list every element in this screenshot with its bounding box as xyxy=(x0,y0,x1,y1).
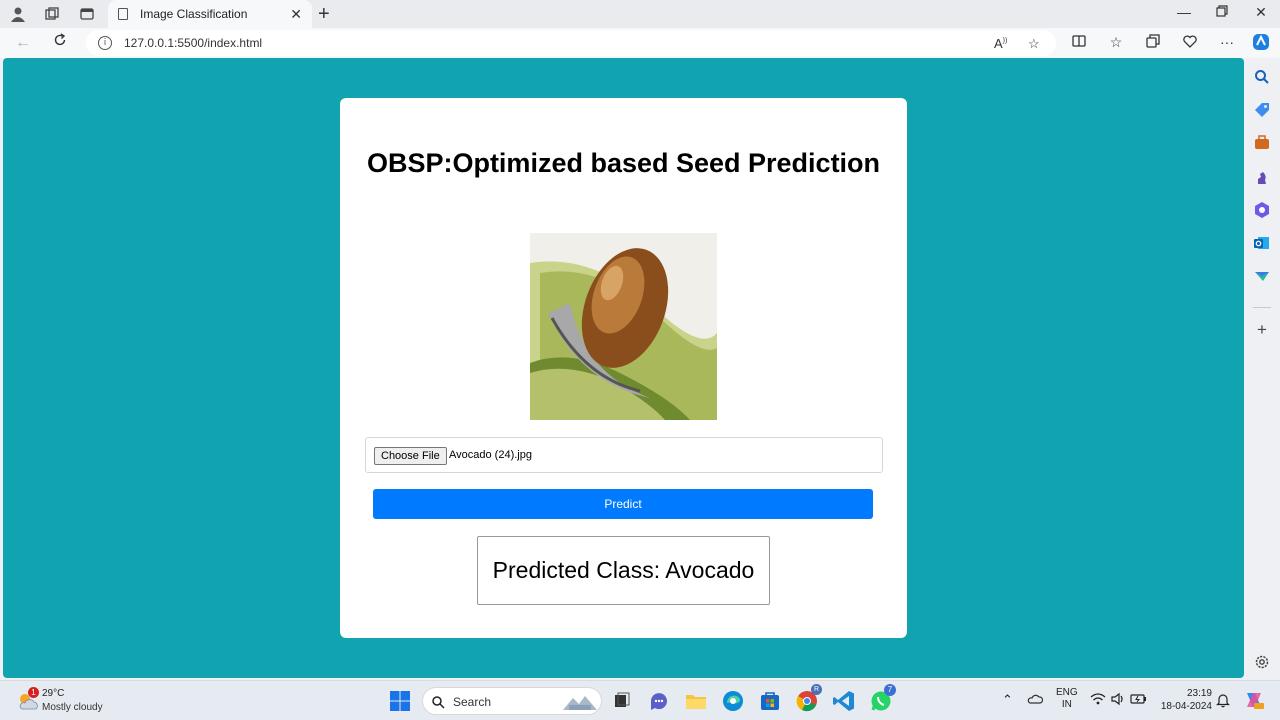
chrome-profile-badge: R xyxy=(811,684,822,695)
chrome-icon[interactable]: R xyxy=(795,684,822,713)
uploaded-seed-image xyxy=(530,233,717,420)
vertical-tabs-icon[interactable] xyxy=(76,4,98,24)
outlook-icon[interactable] xyxy=(1253,234,1271,252)
tab-bar: Image Classification ✕ + — ✕ xyxy=(0,0,1280,28)
page-background: OBSP:Optimized based Seed Prediction Cho… xyxy=(3,58,1244,678)
taskbar-search[interactable]: Search xyxy=(422,687,602,715)
weather-condition: Mostly cloudy xyxy=(42,702,103,713)
notification-bell-icon[interactable] xyxy=(1216,692,1230,711)
file-input-container: Choose File Avocado (24).jpg xyxy=(365,437,883,473)
clock[interactable]: 23:19 18-04-2024 xyxy=(1152,687,1212,713)
close-window-icon[interactable]: ✕ xyxy=(1251,4,1271,21)
read-aloud-icon[interactable]: A)) xyxy=(994,36,1007,51)
page-icon xyxy=(118,8,128,20)
search-label: Search xyxy=(453,695,492,709)
profile-icon[interactable] xyxy=(7,4,29,24)
new-tab-icon[interactable]: + xyxy=(318,3,330,26)
copilot-taskbar-icon[interactable] xyxy=(1243,689,1265,714)
clock-date: 18-04-2024 xyxy=(1160,701,1212,712)
sidebar-divider xyxy=(1253,307,1271,308)
add-sidebar-app-icon[interactable]: + xyxy=(1253,321,1271,339)
show-hidden-icons-chevron-icon[interactable]: ⌃ xyxy=(1002,692,1013,708)
page-title: OBSP:Optimized based Seed Prediction xyxy=(366,148,881,178)
search-icon[interactable] xyxy=(1253,68,1271,86)
url-text[interactable]: 127.0.0.1:5500/index.html xyxy=(124,36,262,50)
onedrive-cloud-icon[interactable] xyxy=(1027,692,1044,709)
favorite-star-icon[interactable]: ☆ xyxy=(1028,36,1040,52)
search-highlight-icon xyxy=(563,696,597,710)
search-icon xyxy=(432,696,445,709)
minimize-icon[interactable]: — xyxy=(1174,4,1194,20)
address-bar[interactable]: i 127.0.0.1:5500/index.html A)) ☆ xyxy=(86,30,1056,56)
edge-sidebar: + xyxy=(1245,58,1280,678)
refresh-icon[interactable] xyxy=(50,33,70,53)
selected-file-name: Avocado (24).jpg xyxy=(449,449,532,461)
close-tab-icon[interactable]: ✕ xyxy=(290,6,302,23)
language-indicator[interactable]: ENG IN xyxy=(1056,687,1078,711)
collections-icon[interactable] xyxy=(1143,34,1163,51)
drop-send-icon[interactable] xyxy=(1253,267,1271,285)
edge-browser-icon[interactable] xyxy=(721,689,745,713)
prediction-card: OBSP:Optimized based Seed Prediction Cho… xyxy=(340,98,907,638)
teams-chat-icon[interactable] xyxy=(647,689,671,713)
weather-widget[interactable]: 1 29°C Mostly cloudy xyxy=(14,685,124,717)
restore-icon[interactable] xyxy=(1212,4,1232,20)
split-screen-icon[interactable] xyxy=(1069,34,1089,51)
predict-button[interactable]: Predict xyxy=(373,489,873,519)
copilot-icon[interactable] xyxy=(1251,32,1271,55)
workspaces-icon[interactable] xyxy=(41,4,63,24)
vscode-icon[interactable] xyxy=(832,689,856,713)
region-code: IN xyxy=(1061,699,1072,710)
battery-icon[interactable] xyxy=(1130,692,1148,709)
games-chess-icon[interactable] xyxy=(1253,168,1271,186)
task-view-icon[interactable] xyxy=(610,689,634,713)
site-info-icon[interactable]: i xyxy=(98,36,112,50)
tools-briefcase-icon[interactable] xyxy=(1253,134,1271,152)
more-options-icon[interactable]: ··· xyxy=(1217,34,1237,50)
clock-time: 23:19 xyxy=(1186,688,1212,699)
choose-file-button[interactable]: Choose File xyxy=(374,447,447,465)
whatsapp-icon[interactable]: 7 xyxy=(869,684,896,713)
weather-alert-badge: 1 xyxy=(28,687,39,698)
back-icon[interactable]: ← xyxy=(13,33,33,53)
favorites-icon[interactable]: ☆ xyxy=(1106,34,1126,51)
tab-image-classification[interactable]: Image Classification ✕ xyxy=(108,0,312,28)
windows-taskbar: 1 29°C Mostly cloudy Search R 7 ⌃ ENG IN… xyxy=(0,680,1280,720)
microsoft-store-icon[interactable] xyxy=(758,689,782,713)
sidebar-settings-icon[interactable] xyxy=(1253,653,1271,671)
start-button[interactable] xyxy=(388,689,412,713)
file-explorer-icon[interactable] xyxy=(684,689,708,713)
wifi-icon[interactable] xyxy=(1090,692,1106,709)
language-code: ENG xyxy=(1056,687,1078,698)
whatsapp-unread-badge: 7 xyxy=(884,684,896,696)
shopping-tag-icon[interactable] xyxy=(1253,101,1271,119)
tab-title: Image Classification xyxy=(140,7,248,21)
browser-essentials-icon[interactable] xyxy=(1180,34,1200,51)
prediction-result: Predicted Class: Avocado xyxy=(477,536,770,605)
volume-icon[interactable] xyxy=(1110,692,1126,709)
weather-temperature: 29°C xyxy=(42,688,65,699)
microsoft-365-icon[interactable] xyxy=(1253,201,1271,219)
